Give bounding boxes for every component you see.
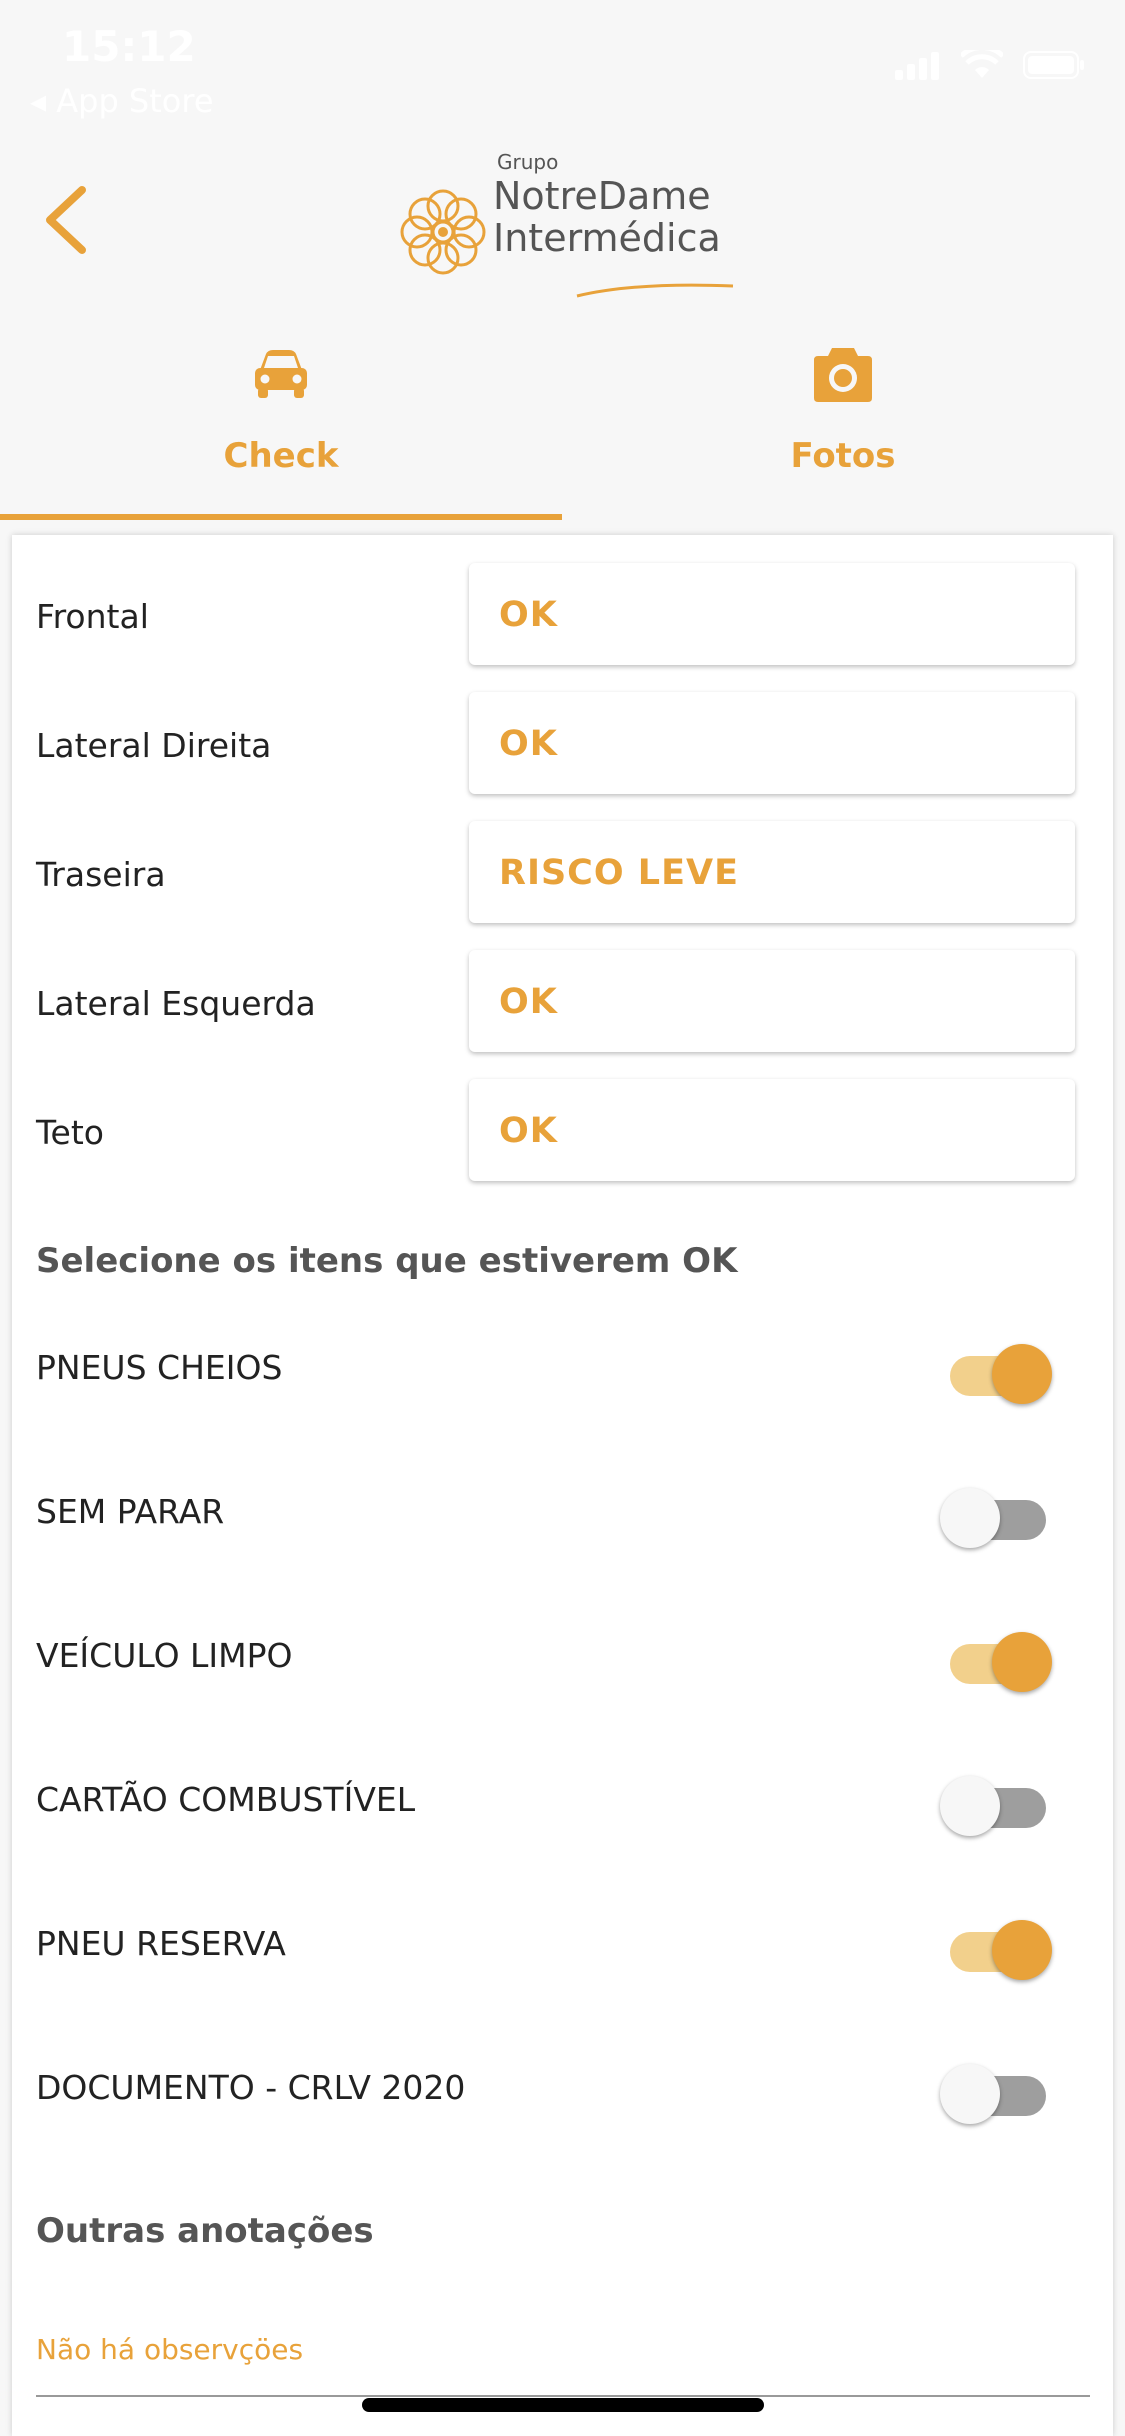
company-logo: Grupo NotreDame Intermédica (395, 150, 735, 310)
back-button[interactable] (40, 180, 100, 260)
car-icon (255, 350, 307, 398)
wifi-icon (961, 50, 1003, 78)
checklist-item-label: CARTÃO COMBUSTÍVEL (36, 1780, 416, 1819)
inspection-row-lateral-direita: Lateral Direita OK (12, 692, 1113, 797)
logo-group-text: Grupo (497, 150, 559, 174)
inspection-label: Lateral Direita (36, 726, 272, 765)
inspection-select[interactable]: RISCO LEVE (469, 821, 1075, 923)
checklist-item-label: SEM PARAR (36, 1492, 225, 1531)
pneus-cheios-toggle[interactable] (940, 1338, 1052, 1404)
checklist-item-pneu-reserva: PNEU RESERVA (12, 1884, 1113, 2004)
inspection-label: Teto (36, 1113, 104, 1152)
screen: 15:12 ◂ App Store Grupo NotreDame Interm… (0, 0, 1125, 2436)
inspection-label: Frontal (36, 597, 149, 636)
inspection-select[interactable]: OK (469, 1079, 1075, 1181)
tab-fotos-label: Fotos (790, 436, 896, 476)
checklist-item-label: PNEUS CHEIOS (36, 1348, 283, 1387)
logo-swoosh (576, 283, 734, 298)
inspection-label: Lateral Esquerda (36, 984, 316, 1023)
status-icons (895, 50, 1085, 80)
toggle-thumb (940, 2064, 1000, 2124)
veiculo-limpo-toggle[interactable] (940, 1626, 1052, 1692)
checklist-item-label: PNEU RESERVA (36, 1924, 286, 1963)
tab-check[interactable]: Check (0, 320, 562, 520)
status-time: 15:12 (62, 22, 196, 71)
camera-icon (814, 348, 872, 402)
check-form-card: Frontal OK Lateral Direita OK Traseira R… (12, 535, 1113, 2436)
inspection-label: Traseira (36, 855, 166, 894)
active-tab-indicator (0, 514, 562, 520)
checklist-item-documento-crlv: DOCUMENTO - CRLV 2020 (12, 2028, 1113, 2148)
home-indicator[interactable] (362, 2398, 764, 2412)
toggle-thumb (992, 1632, 1052, 1692)
inspection-select[interactable]: OK (469, 692, 1075, 794)
logo-wordmark: Grupo NotreDame Intermédica (493, 150, 721, 258)
inspection-value: OK (499, 724, 558, 764)
toggle-thumb (992, 1344, 1052, 1404)
logo-line2: Intermédica (493, 216, 721, 260)
toggle-thumb (992, 1920, 1052, 1980)
tab-bar: Check Fotos (0, 320, 1125, 520)
documento-crlv-toggle[interactable] (940, 2058, 1050, 2124)
inspection-row-frontal: Frontal OK (12, 563, 1113, 668)
pneu-reserva-toggle[interactable] (940, 1914, 1052, 1980)
notes-title: Outras anotações (36, 2211, 374, 2251)
inspection-select[interactable]: OK (469, 950, 1075, 1052)
back-to-app-link[interactable]: ◂ App Store (30, 82, 214, 120)
battery-icon (1023, 51, 1084, 79)
mandala-logo-icon (400, 189, 486, 275)
inspection-value: RISCO LEVE (499, 853, 740, 893)
tab-check-label: Check (223, 436, 339, 476)
status-bar: 15:12 ◂ App Store (0, 0, 1125, 130)
checklist-item-veiculo-limpo: VEÍCULO LIMPO (12, 1596, 1113, 1716)
cellular-signal-icon (895, 52, 939, 80)
checklist-title: Selecione os itens que estiverem OK (36, 1241, 738, 1281)
toggle-thumb (940, 1776, 1000, 1836)
inspection-row-traseira: Traseira RISCO LEVE (12, 821, 1113, 926)
checklist-item-label: VEÍCULO LIMPO (36, 1636, 293, 1675)
checklist-item-label: DOCUMENTO - CRLV 2020 (36, 2068, 466, 2107)
cartao-combustivel-toggle[interactable] (940, 1770, 1050, 1836)
notes-placeholder: Não há observçöes (36, 2333, 304, 2366)
inspection-row-teto: Teto OK (12, 1079, 1113, 1184)
checklist-item-sem-parar: SEM PARAR (12, 1452, 1113, 1572)
checklist-item-pneus-cheios: PNEUS CHEIOS (12, 1308, 1113, 1428)
checklist-item-cartao-combustivel: CARTÃO COMBUSTÍVEL (12, 1740, 1113, 1860)
inspection-row-lateral-esquerda: Lateral Esquerda OK (12, 950, 1113, 1055)
sem-parar-toggle[interactable] (940, 1482, 1050, 1548)
toggle-thumb (940, 1488, 1000, 1548)
notes-input[interactable]: Não há observçöes (36, 2315, 1090, 2397)
inspection-value: OK (499, 982, 558, 1022)
logo-line1: NotreDame (493, 174, 711, 218)
chevron-left-icon (46, 186, 86, 254)
inspection-value: OK (499, 1111, 558, 1151)
tab-fotos[interactable]: Fotos (562, 320, 1124, 520)
app-header: Grupo NotreDame Intermédica (0, 130, 1125, 310)
inspection-select[interactable]: OK (469, 563, 1075, 665)
inspection-value: OK (499, 595, 558, 635)
